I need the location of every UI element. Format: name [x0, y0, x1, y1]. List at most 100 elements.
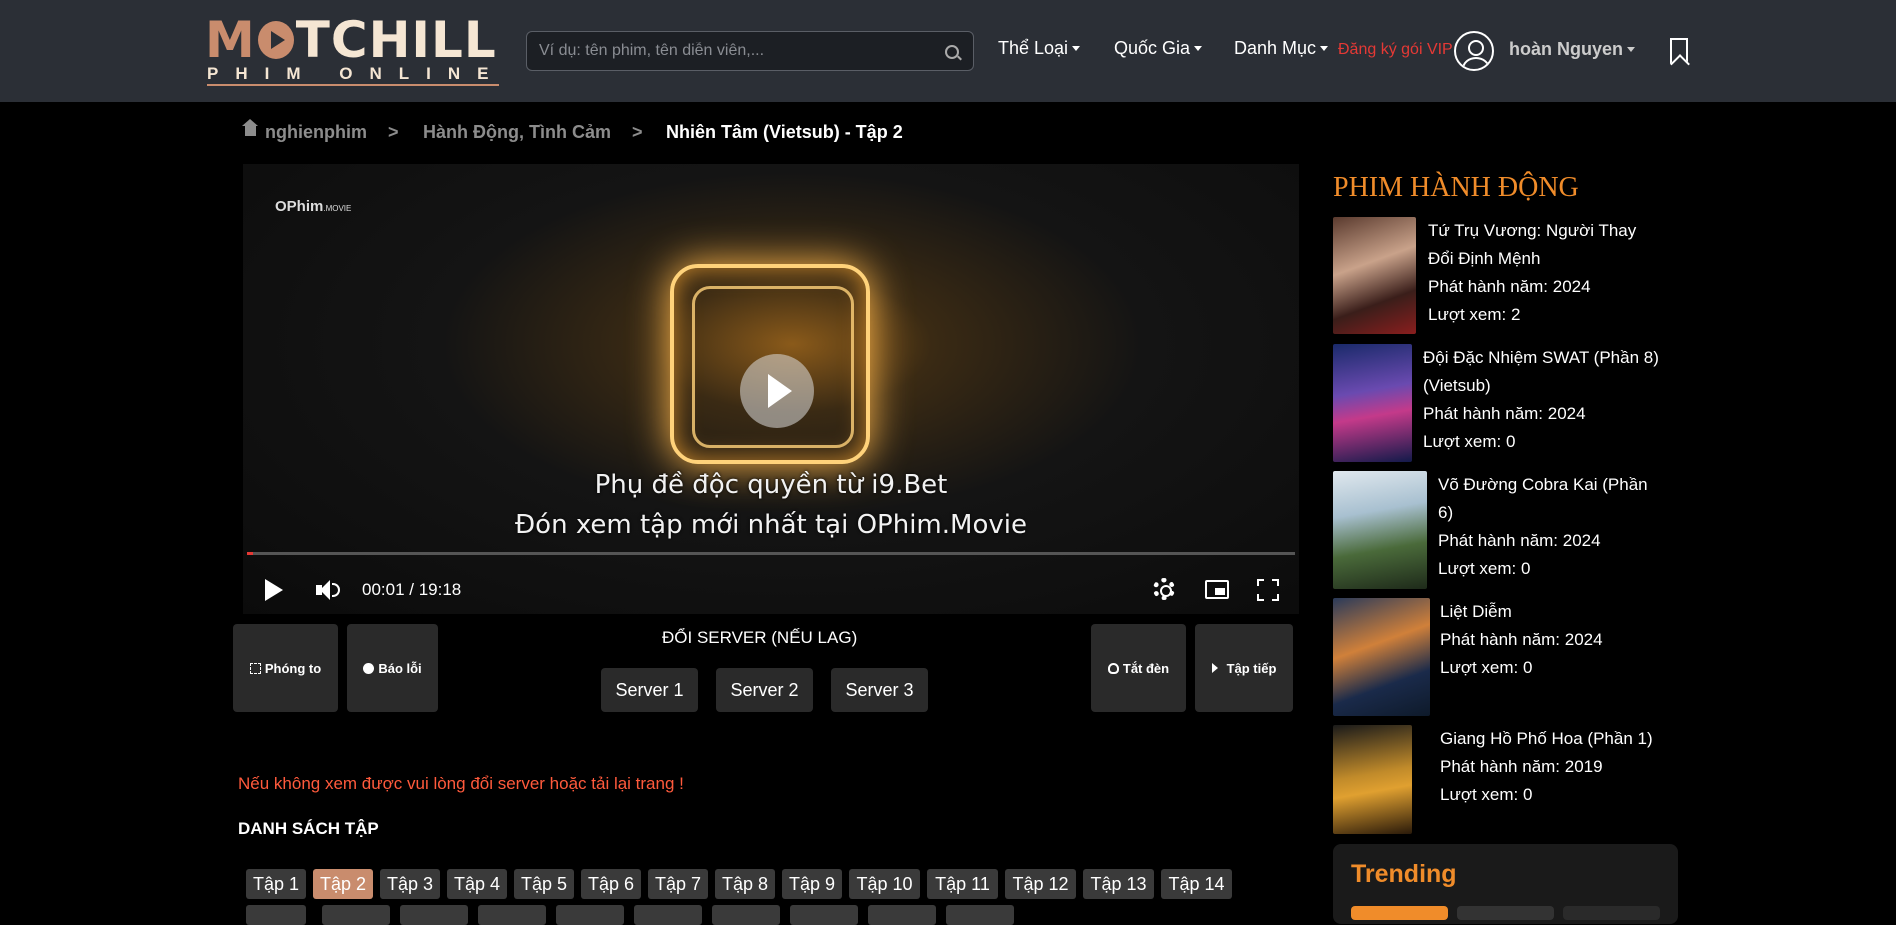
- trending-tab[interactable]: [1457, 906, 1554, 920]
- breadcrumb-category[interactable]: Hành Động, Tình Cảm: [423, 122, 611, 143]
- server-switch-title: ĐỔI SERVER (NẾU LAG): [662, 628, 858, 647]
- movie-title[interactable]: Đội Đặc Nhiệm SWAT (Phần 8): [1423, 344, 1659, 372]
- movie-year: Phát hành năm: 2024: [1440, 630, 1603, 649]
- server-2-button[interactable]: Server 2: [716, 668, 813, 712]
- movie-title[interactable]: Tứ Trụ Vương: Người Thay: [1428, 217, 1636, 245]
- player-watermark: OPhim.MOVIE: [275, 198, 352, 215]
- movie-poster[interactable]: [1333, 471, 1427, 589]
- video-player[interactable]: OPhim.MOVIE Phụ đề độc quyền từ i9.Bet Đ…: [243, 164, 1299, 614]
- expand-icon: [249, 662, 261, 674]
- server-1-button[interactable]: Server 1: [601, 668, 698, 712]
- logo-tagline: PHIM ONLINE: [207, 64, 499, 86]
- episode-button[interactable]: Tập 3: [380, 869, 440, 899]
- breadcrumb-separator: >: [632, 122, 643, 142]
- episode-button[interactable]: Tập 12: [1005, 869, 1076, 899]
- movie-title[interactable]: 6): [1438, 499, 1648, 527]
- server-notice: Nếu không xem được vui lòng đổi server h…: [238, 774, 684, 793]
- bookmark-icon[interactable]: [1670, 38, 1688, 64]
- volume-wave: [332, 583, 340, 597]
- movie-poster[interactable]: [1333, 217, 1416, 334]
- movie-title[interactable]: Đổi Định Mệnh: [1428, 245, 1636, 273]
- next-episode-button[interactable]: Tập tiếp: [1195, 624, 1293, 712]
- movie-title[interactable]: Võ Đường Cobra Kai (Phần: [1438, 471, 1648, 499]
- caret-down-icon: [1627, 47, 1636, 52]
- movie-poster[interactable]: [1333, 344, 1412, 462]
- movie-poster[interactable]: [1333, 598, 1430, 716]
- episode-button-row2[interactable]: [868, 905, 936, 925]
- episode-button[interactable]: Tập 9: [782, 869, 842, 899]
- episode-button[interactable]: Tập 5: [514, 869, 574, 899]
- fast-forward-icon: [1211, 663, 1223, 673]
- movie-views: Lượt xem: 0: [1438, 559, 1531, 578]
- progress-fill: [247, 552, 254, 555]
- search-box: [526, 31, 974, 71]
- episode-button[interactable]: Tập 10: [849, 869, 920, 899]
- trending-tab[interactable]: [1351, 906, 1448, 920]
- episode-list-title: DANH SÁCH TẬP: [238, 819, 379, 838]
- episode-button[interactable]: Tập 8: [715, 869, 775, 899]
- episode-button[interactable]: Tập 11: [927, 869, 998, 899]
- movie-title[interactable]: Liệt Diễm: [1440, 598, 1603, 626]
- movie-views: Lượt xem: 0: [1423, 432, 1516, 451]
- episode-button-row2[interactable]: [556, 905, 624, 925]
- server-3-button[interactable]: Server 3: [831, 668, 928, 712]
- movie-title[interactable]: (Vietsub): [1423, 372, 1659, 400]
- movie-poster[interactable]: [1333, 725, 1412, 834]
- episode-button[interactable]: Tập 13: [1083, 869, 1154, 899]
- episode-button[interactable]: Tập 7: [648, 869, 708, 899]
- episode-button-row2[interactable]: [946, 905, 1014, 925]
- trending-panel: Trending: [1333, 844, 1678, 924]
- picture-in-picture-icon[interactable]: [1205, 580, 1229, 599]
- episode-button-row2[interactable]: [712, 905, 780, 925]
- logo-wordmark: M TCHILL: [205, 11, 497, 69]
- video-progress-bar[interactable]: [247, 552, 1295, 555]
- home-icon: [242, 119, 258, 138]
- nav-the-loai[interactable]: Thể Loại: [998, 38, 1081, 59]
- episode-button-row2[interactable]: [322, 905, 390, 925]
- vip-signup-link[interactable]: Đăng ký gói VIP: [1338, 41, 1453, 59]
- episode-button-row2[interactable]: [634, 905, 702, 925]
- fullscreen-icon[interactable]: [1257, 579, 1279, 601]
- episode-button-row2[interactable]: [790, 905, 858, 925]
- episode-button[interactable]: Tập 1: [246, 869, 306, 899]
- user-menu[interactable]: hoàn Nguyen: [1509, 39, 1636, 60]
- search-icon[interactable]: [945, 45, 959, 59]
- subtitle-line-1: Phụ đề độc quyền từ i9.Bet: [594, 470, 948, 500]
- site-logo[interactable]: M TCHILL PHIM ONLINE: [205, 12, 500, 88]
- episode-button-active[interactable]: Tập 2: [313, 869, 373, 899]
- zoom-button[interactable]: Phóng to: [233, 624, 338, 712]
- report-error-button[interactable]: Báo lỗi: [347, 624, 438, 712]
- trending-tab[interactable]: [1563, 906, 1660, 920]
- episode-button-row2[interactable]: [478, 905, 546, 925]
- nav-quoc-gia[interactable]: Quốc Gia: [1114, 38, 1203, 59]
- movie-year: Phát hành năm: 2024: [1423, 404, 1586, 423]
- search-input[interactable]: [539, 32, 939, 70]
- movie-title[interactable]: Giang Hồ Phố Hoa (Phần 1): [1440, 725, 1653, 753]
- film-reel-icon: [257, 21, 294, 59]
- episode-button[interactable]: Tập 4: [447, 869, 507, 899]
- movie-year: Phát hành năm: 2024: [1438, 531, 1601, 550]
- trending-title: Trending: [1351, 860, 1457, 888]
- movie-views: Lượt xem: 2: [1428, 305, 1521, 324]
- top-header: MTCHILL PHIM ONLINE Thể Loại Quốc Gia Da…: [0, 0, 1896, 102]
- lights-off-button[interactable]: Tắt đèn: [1091, 624, 1186, 712]
- nav-danh-muc[interactable]: Danh Mục: [1234, 38, 1329, 59]
- episode-button[interactable]: Tập 6: [581, 869, 641, 899]
- movie-year: Phát hành năm: 2019: [1440, 757, 1603, 776]
- play-overlay-button[interactable]: [740, 354, 814, 428]
- user-avatar-icon[interactable]: [1454, 31, 1494, 71]
- episode-button-row2[interactable]: [246, 905, 306, 925]
- breadcrumb-home[interactable]: nghienphim: [265, 122, 367, 143]
- alert-icon: [363, 662, 375, 674]
- caret-down-icon: [1072, 46, 1081, 51]
- episode-button-row2[interactable]: [400, 905, 468, 925]
- caret-down-icon: [1194, 46, 1203, 51]
- breadcrumb-separator: >: [388, 122, 399, 142]
- movie-year: Phát hành năm: 2024: [1428, 277, 1591, 296]
- caret-down-icon: [1320, 46, 1329, 51]
- episode-button[interactable]: Tập 14: [1161, 869, 1232, 899]
- sidebar-title: PHIM HÀNH ĐỘNG: [1333, 172, 1579, 203]
- breadcrumb-current: Nhiên Tâm (Vietsub) - Tập 2: [666, 122, 903, 142]
- settings-gear-icon[interactable]: [1153, 578, 1175, 600]
- play-icon[interactable]: [265, 579, 283, 601]
